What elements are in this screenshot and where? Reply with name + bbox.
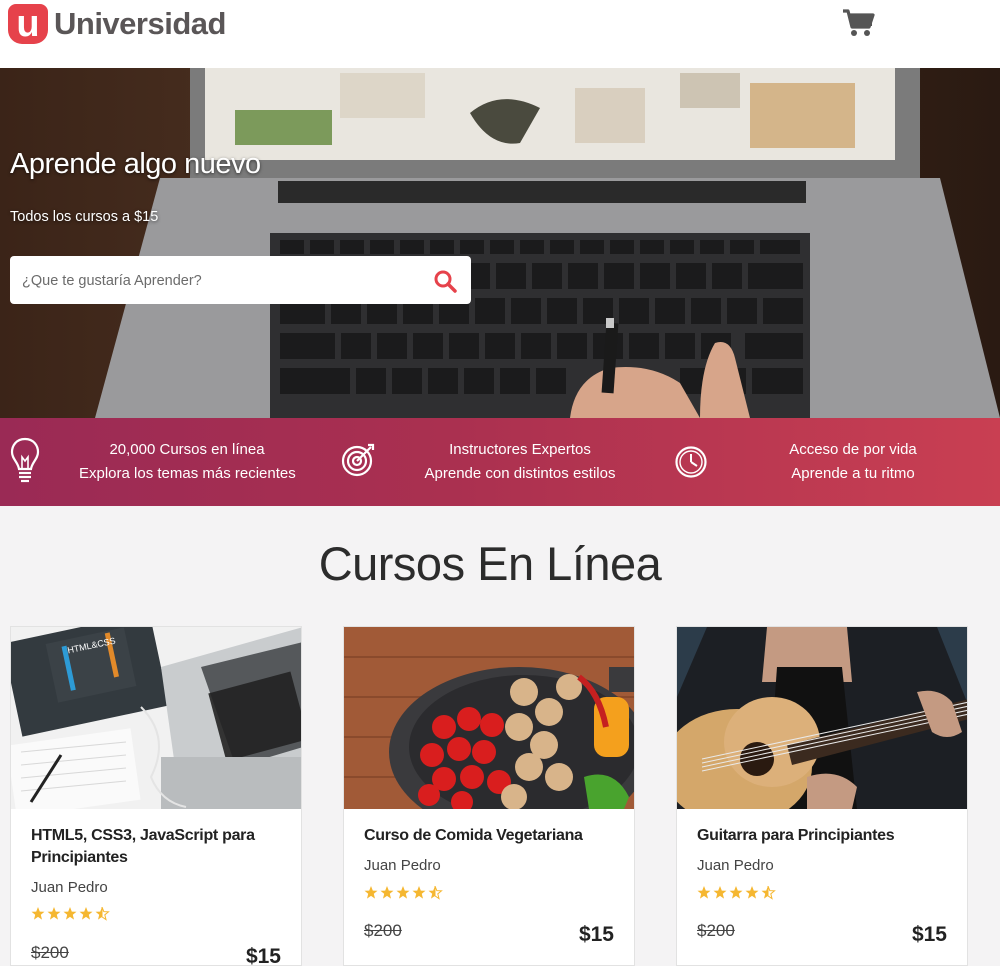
logo-text: Universidad [54, 6, 226, 41]
logo-mark: u [8, 4, 48, 44]
site-header: u Universidad [0, 0, 1000, 68]
rating-stars [364, 886, 443, 900]
course-card[interactable]: Curso de Comida Vegetariana Juan Pedro $… [343, 626, 635, 966]
benefits-bar: 20,000 Cursos en línea Explora los temas… [0, 418, 1000, 506]
section-title: Cursos En Línea [318, 537, 662, 590]
course-title[interactable]: HTML5, CSS3, JavaScript para Principiant… [31, 825, 281, 869]
course-image-guitar[interactable] [677, 627, 967, 809]
benefit-courses-line2: Explora los temas más recientes [79, 465, 296, 482]
clock-icon [675, 446, 707, 478]
rating-stars [31, 907, 110, 921]
benefit-instructors-line2: Aprende con distintos estilos [424, 465, 616, 482]
logo[interactable]: u Universidad [8, 4, 226, 44]
course-card[interactable]: Guitarra para Principiantes Juan Pedro $… [676, 626, 968, 966]
course-author: Juan Pedro [31, 879, 108, 896]
hero-title: Aprende algo nuevo [10, 148, 261, 180]
original-price: $200 [697, 921, 735, 940]
benefit-instructors-line1: Instructores Expertos [449, 441, 591, 458]
sale-price: $15 [578, 923, 614, 946]
lightbulb-icon [10, 437, 40, 483]
benefit-courses-line1: 20,000 Cursos en línea [109, 441, 265, 458]
course-title[interactable]: Guitarra para Principiantes [697, 825, 947, 847]
course-image-html[interactable]: HTML&CSS [11, 627, 301, 809]
benefit-access-line2: Aprende a tu ritmo [791, 465, 915, 482]
target-icon [341, 443, 375, 477]
benefit-access-text: Acceso de por vida Aprende a tu ritmo [788, 438, 918, 486]
search-input[interactable] [20, 256, 424, 306]
benefit-access-line1: Acceso de por vida [789, 441, 917, 458]
hero-banner: Aprende algo nuevo Todos los cursos a $1… [0, 68, 1000, 418]
search-icon[interactable] [433, 269, 457, 293]
course-title[interactable]: Curso de Comida Vegetariana [364, 825, 614, 847]
search-box [10, 256, 471, 306]
benefit-courses-text: 20,000 Cursos en línea Explora los temas… [79, 438, 296, 486]
rating-stars [697, 886, 776, 900]
course-image-vegetarian[interactable] [344, 627, 634, 809]
course-author: Juan Pedro [697, 857, 774, 874]
benefit-instructors-text: Instructores Expertos Aprende con distin… [424, 438, 616, 486]
sale-price: $15 [911, 923, 947, 946]
hero-subtitle: Todos los cursos a $15 [10, 209, 159, 225]
original-price: $200 [31, 943, 69, 962]
course-card[interactable]: HTML&CSS HTML5, CSS3, JavaScript para Pr… [10, 626, 302, 966]
course-author: Juan Pedro [364, 857, 441, 874]
sale-price: $15 [245, 945, 281, 966]
shopping-cart-icon[interactable] [842, 8, 876, 38]
laptop-illustration [95, 68, 1000, 418]
original-price: $200 [364, 921, 402, 940]
